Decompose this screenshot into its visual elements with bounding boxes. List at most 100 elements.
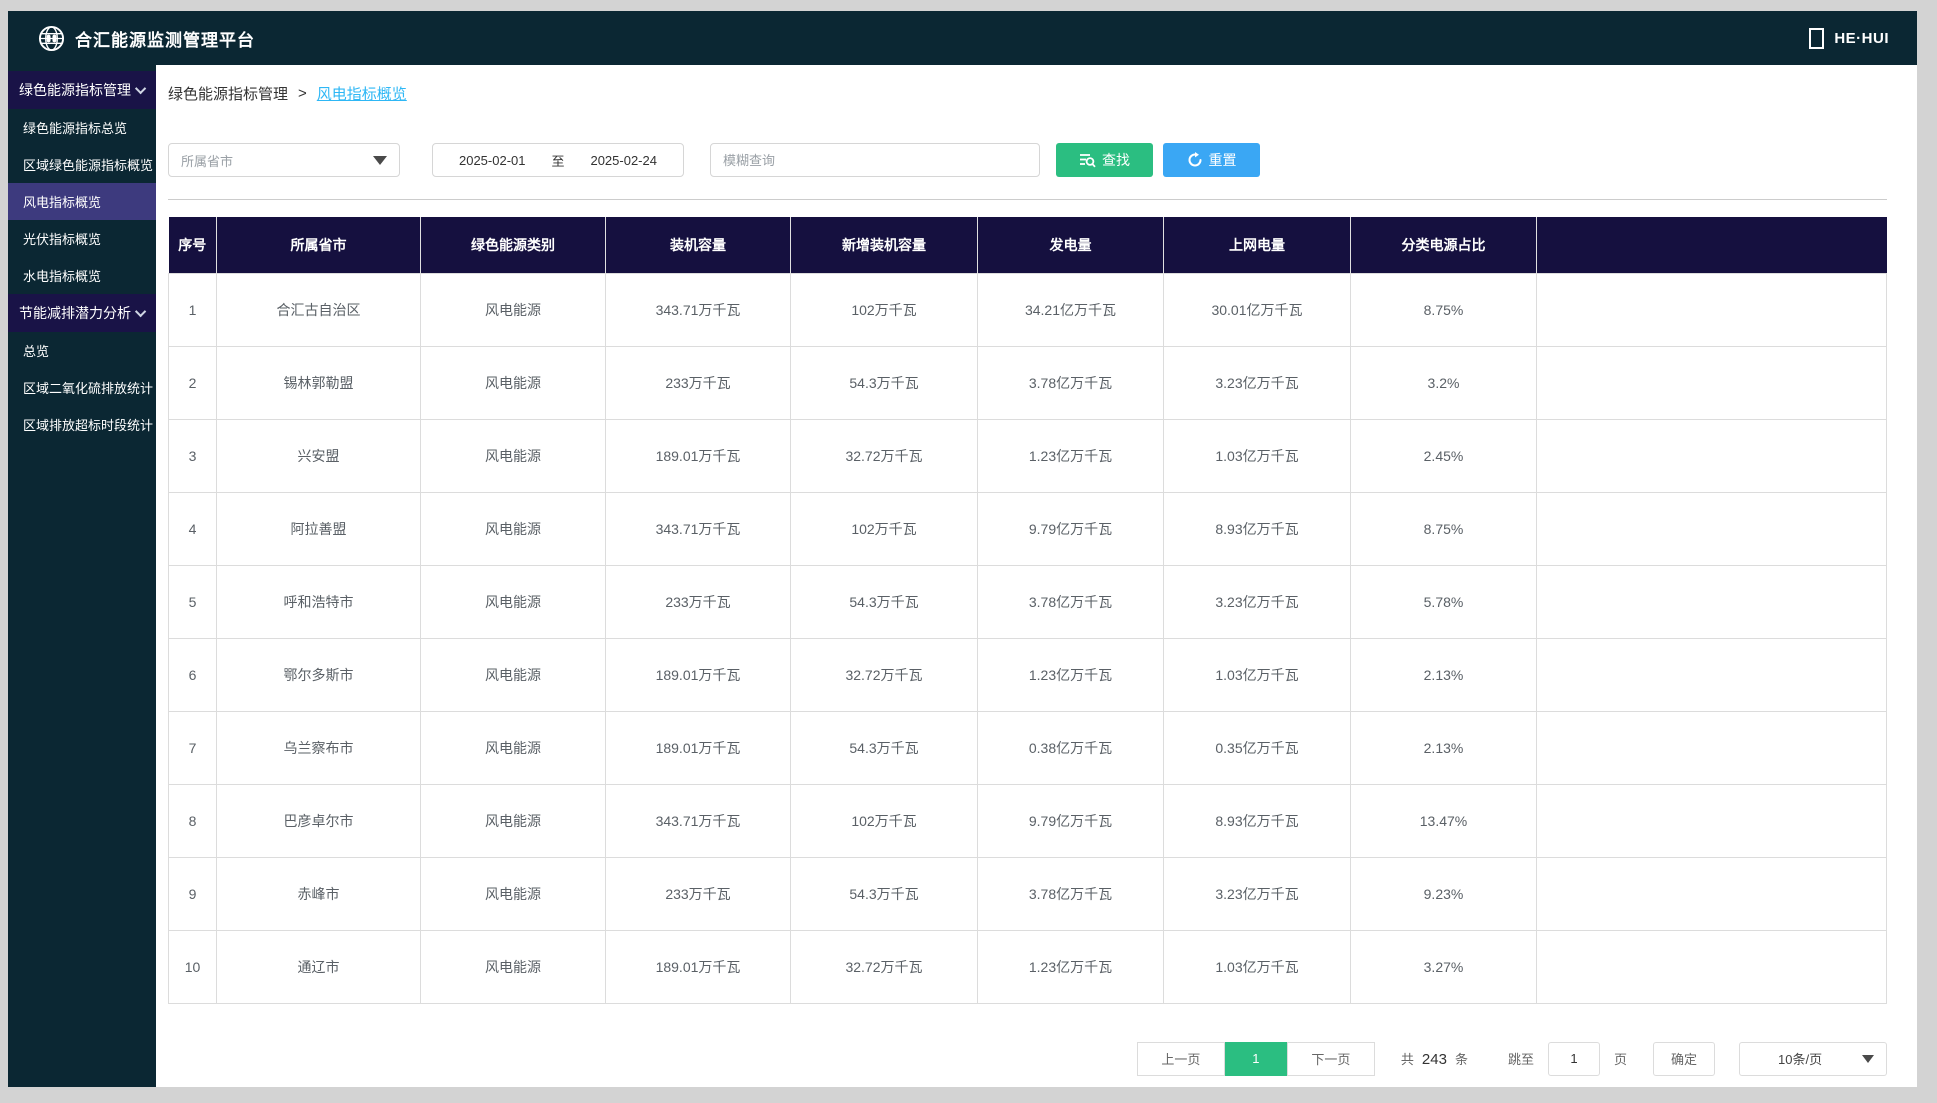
table-cell: 赤峰市	[216, 856, 421, 931]
jump-label: 跳至	[1507, 1052, 1534, 1067]
sidebar-item-link[interactable]: 光伏指标概览	[8, 220, 156, 257]
date-range-to-label: 至	[551, 153, 565, 169]
reset-button-label: 重置	[1208, 152, 1237, 168]
table-cell: 8	[168, 783, 217, 858]
table-cell: 54.3万千瓦	[790, 710, 978, 785]
table-cell: 189.01万千瓦	[605, 637, 791, 712]
table-cell: 13.47%	[1350, 783, 1537, 858]
total-count: 共 243 条	[1401, 1049, 1468, 1068]
sidebar-item-link[interactable]: 区域排放超标时段统计	[8, 406, 156, 443]
province-select-placeholder: 所属省市	[181, 153, 234, 169]
table-cell: 8.75%	[1350, 272, 1537, 347]
table-cell: 1.23亿万千瓦	[977, 637, 1164, 712]
table-cell: 9.23%	[1350, 856, 1537, 931]
brand-label: HE·HUI	[1834, 29, 1889, 47]
user-area[interactable]: HE·HUI	[1809, 27, 1889, 49]
page-size-value: 10条/页	[1778, 1052, 1823, 1067]
sidebar-item-group[interactable]: 节能减排潜力分析	[8, 294, 156, 332]
table-cell: 1.03亿万千瓦	[1163, 929, 1351, 1004]
chevron-down-icon	[134, 305, 147, 318]
sidebar-item-link[interactable]: 区域二氧化硫排放统计	[8, 369, 156, 406]
sidebar-item-label: 绿色能源指标总览	[23, 121, 128, 136]
table-row: 5 呼和浩特市 风电能源 233万千瓦 54.3万千瓦 3.78亿万千瓦 3.23亿万千瓦 5…	[168, 564, 1887, 639]
next-page-button[interactable]: 下一页	[1286, 1041, 1375, 1076]
table-row: 7 乌兰察布市 风电能源 189.01万千瓦 54.3万千瓦 0.38亿万千瓦 0.35亿万…	[168, 710, 1887, 785]
page-size-select[interactable]: 10条/页	[1739, 1041, 1887, 1076]
table-cell: 0.38亿万千瓦	[977, 710, 1164, 785]
table-cell: 3.23亿万千瓦	[1163, 564, 1351, 639]
sidebar-item-label: 总览	[23, 344, 50, 359]
table-cell: 3.78亿万千瓦	[977, 564, 1164, 639]
table-cell-filler	[1536, 272, 1887, 347]
sidebar-item-label: 光伏指标概览	[23, 232, 102, 247]
table-cell-filler	[1536, 710, 1887, 785]
sidebar: 绿色能源指标管理绿色能源指标总览区域绿色能源指标概览风电指标概览 光伏指标概览水电…	[8, 65, 156, 1087]
date-end-value[interactable]: 2025-02-24	[590, 153, 657, 168]
sidebar-item-label: 风电指标概览	[23, 195, 102, 210]
refresh-icon	[1188, 152, 1201, 167]
table-cell: 5	[168, 564, 217, 639]
fuzzy-search-input[interactable]	[710, 143, 1040, 177]
table-cell: 风电能源	[420, 564, 606, 639]
table-cell: 4	[168, 491, 217, 566]
sidebar-item-link[interactable]: 总览	[8, 332, 156, 369]
breadcrumb-current[interactable]: 风电指标概览	[317, 83, 407, 104]
column-header: 上网电量	[1163, 217, 1351, 273]
table-cell: 8.93亿万千瓦	[1163, 783, 1351, 858]
table-row: 10 通辽市 风电能源 189.01万千瓦 32.72万千瓦 1.23亿万千瓦 1.03亿万…	[168, 929, 1887, 1004]
sidebar-item-link[interactable]: 水电指标概览	[8, 257, 156, 294]
province-select[interactable]: 所属省市	[168, 143, 400, 177]
sidebar-item-link[interactable]: 区域绿色能源指标概览	[8, 146, 156, 183]
dropdown-arrow-icon	[373, 155, 387, 165]
date-range-picker[interactable]: 2025-02-01 至 2025-02-24	[432, 143, 684, 177]
table-cell: 2.13%	[1350, 710, 1537, 785]
table-cell: 8.75%	[1350, 491, 1537, 566]
wind-indicator-table: 序号 所属省市 绿色能源类别 装机容量 新增装机容量 发电量 上网电量 分类电源占比 1 合汇古…	[168, 217, 1887, 1004]
find-button-label: 查找	[1102, 152, 1130, 168]
table-cell: 风电能源	[420, 929, 606, 1004]
table-cell: 3.27%	[1350, 929, 1537, 1004]
table-cell: 0.35亿万千瓦	[1163, 710, 1351, 785]
table-cell-filler	[1536, 929, 1887, 1004]
dropdown-arrow-icon	[1862, 1054, 1874, 1063]
table-cell: 1.23亿万千瓦	[977, 929, 1164, 1004]
table-cell: 189.01万千瓦	[605, 418, 791, 493]
table-cell: 3.78亿万千瓦	[977, 856, 1164, 931]
filter-bar: 所属省市 2025-02-01 至 2025-02-24 模糊查询 查找 重置	[168, 143, 1887, 177]
table-cell-filler	[1536, 345, 1887, 420]
column-header: 序号	[168, 217, 217, 273]
table-cell: 2.45%	[1350, 418, 1537, 493]
table-cell: 3.23亿万千瓦	[1163, 345, 1351, 420]
total-suffix: 条	[1454, 1052, 1468, 1067]
sidebar-item-link[interactable]: 风电指标概览	[8, 183, 156, 220]
current-page-button[interactable]: 1	[1224, 1041, 1287, 1076]
table-cell-filler	[1536, 637, 1887, 712]
sidebar-item-group[interactable]: 绿色能源指标管理	[8, 71, 156, 109]
table-cell-filler	[1536, 491, 1887, 566]
confirm-button[interactable]: 确定	[1653, 1041, 1715, 1076]
total-count-value: 243	[1421, 1051, 1447, 1068]
table-cell: 54.3万千瓦	[790, 856, 978, 931]
table-cell: 风电能源	[420, 637, 606, 712]
table-cell: 233万千瓦	[605, 856, 791, 931]
sidebar-item-link[interactable]: 绿色能源指标总览	[8, 109, 156, 146]
table-row: 2 锡林郭勒盟 风电能源 233万千瓦 54.3万千瓦 3.78亿万千瓦 3.23亿万千瓦 3…	[168, 345, 1887, 420]
table-cell: 风电能源	[420, 345, 606, 420]
table-cell: 巴彦卓尔市	[216, 783, 421, 858]
table-cell: 锡林郭勒盟	[216, 345, 421, 420]
reset-button[interactable]: 重置	[1163, 143, 1260, 177]
jump-suffix: 页	[1613, 1052, 1627, 1067]
table-cell: 1.23亿万千瓦	[977, 418, 1164, 493]
app-window: 合汇能源监测管理平台 HE·HUI 绿色能源指标管理 绿色能源指标总览 区域绿色能源…	[8, 11, 1917, 1087]
prev-page-button[interactable]: 上一页	[1136, 1041, 1225, 1076]
find-button[interactable]: 查找	[1056, 143, 1153, 177]
date-start-value[interactable]: 2025-02-01	[459, 153, 526, 168]
total-prefix: 共	[1400, 1052, 1414, 1067]
jump-page-input[interactable]	[1547, 1041, 1600, 1076]
table-header: 序号 所属省市 绿色能源类别 装机容量 新增装机容量 发电量 上网电量 分类电源占比	[168, 217, 1887, 273]
table-cell: 风电能源	[420, 783, 606, 858]
table-cell: 343.71万千瓦	[605, 491, 791, 566]
table-cell: 343.71万千瓦	[605, 272, 791, 347]
table-cell: 2.13%	[1350, 637, 1537, 712]
table-cell: 189.01万千瓦	[605, 710, 791, 785]
